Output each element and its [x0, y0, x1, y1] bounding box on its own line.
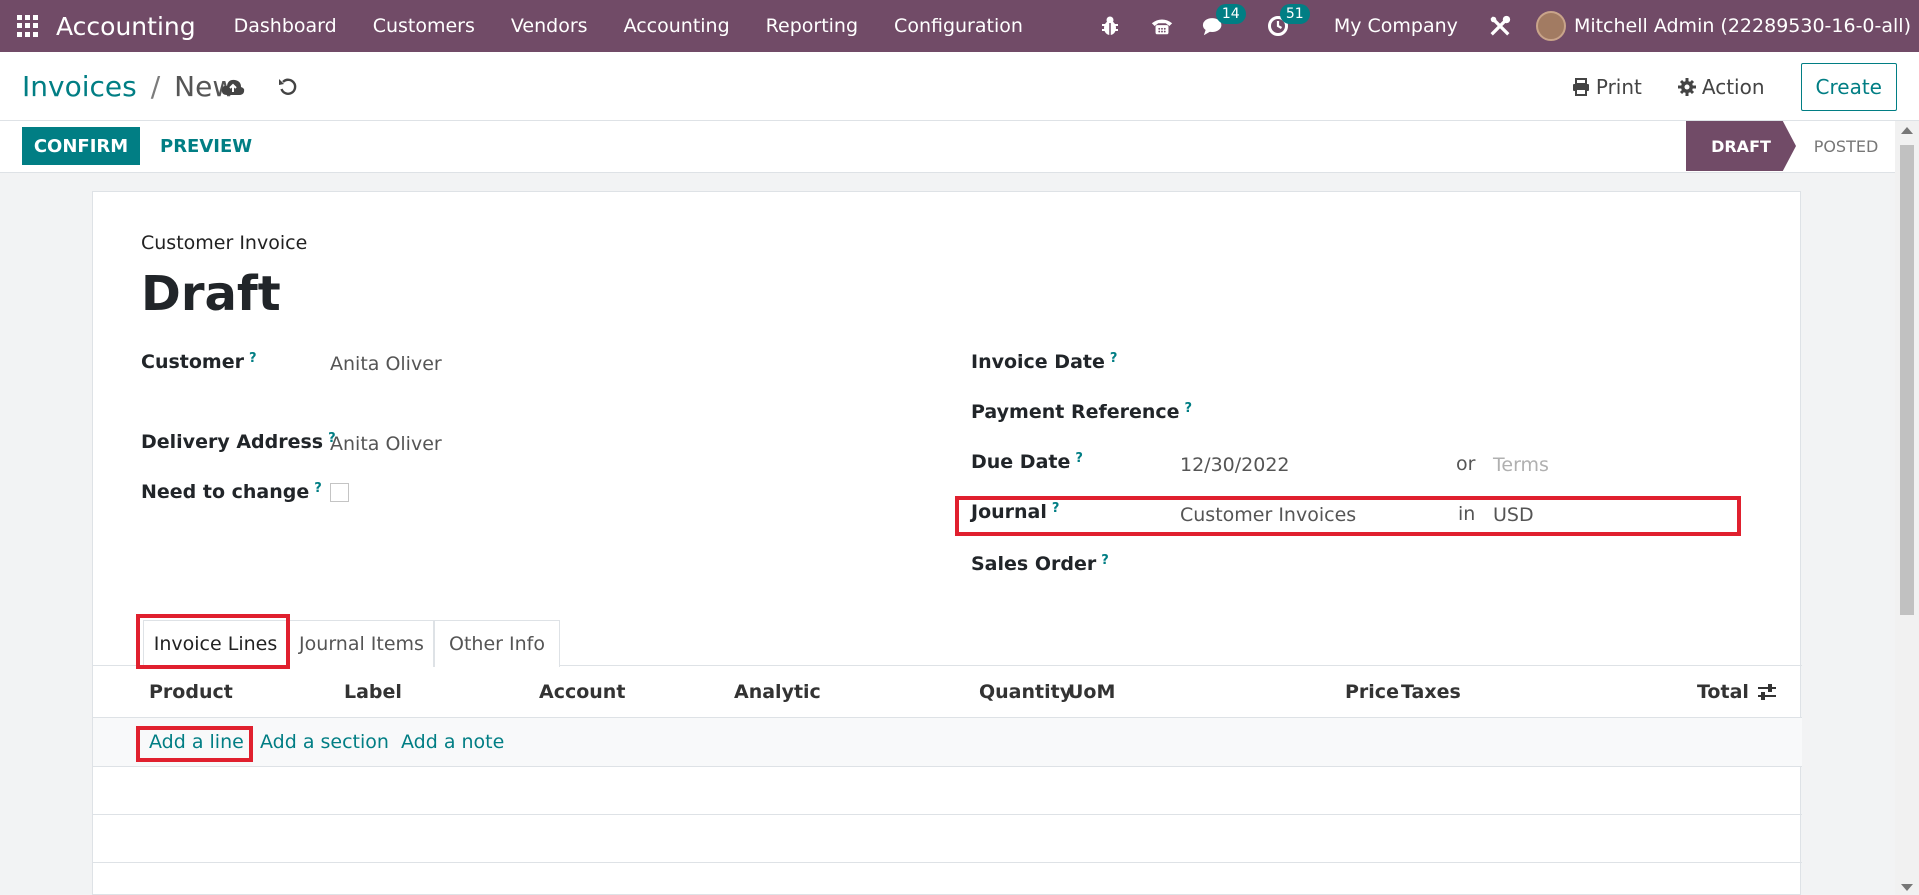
customer-field[interactable]: Anita Oliver: [330, 353, 442, 375]
invoice-date-label: Invoice Date?: [971, 351, 1118, 373]
need-change-help-icon[interactable]: ?: [314, 481, 322, 496]
due-date-field[interactable]: 12/30/2022: [1180, 454, 1290, 476]
col-total[interactable]: Total: [1697, 681, 1749, 703]
col-price[interactable]: Price: [1345, 681, 1399, 703]
move-type-label: Customer Invoice: [141, 232, 308, 254]
menu-accounting[interactable]: Accounting: [624, 15, 730, 37]
phone-icon[interactable]: [1150, 14, 1174, 38]
payment-reference-field[interactable]: [1180, 400, 1740, 428]
payment-terms-field[interactable]: Terms: [1493, 454, 1549, 476]
user-avatar[interactable]: [1535, 11, 1566, 41]
menu-reporting[interactable]: Reporting: [766, 15, 858, 37]
action-label: Action: [1701, 75, 1765, 99]
breadcrumb-invoices[interactable]: Invoices: [22, 70, 137, 103]
top-navbar: Accounting Dashboard Customers Vendors A…: [0, 0, 1919, 52]
vertical-scrollbar[interactable]: [1895, 121, 1919, 895]
col-quantity[interactable]: Quantity: [979, 681, 1072, 703]
print-label: Print: [1595, 75, 1642, 99]
empty-table-row: [93, 767, 1802, 815]
menu-customers[interactable]: Customers: [373, 15, 475, 37]
breadcrumb-separator: /: [150, 70, 161, 103]
action-button[interactable]: Action: [1677, 75, 1765, 99]
sales-order-help-icon[interactable]: ?: [1101, 553, 1109, 568]
control-panel: Invoices / New Print Action Create: [0, 52, 1919, 121]
customer-label: Customer?: [141, 351, 257, 373]
invoice-name: Draft: [141, 266, 281, 322]
add-line-highlight-box: [136, 726, 253, 762]
scroll-down-arrow-icon[interactable]: [1901, 884, 1913, 891]
invoice-lines-highlight-box: [136, 614, 290, 669]
need-to-change-label: Need to change?: [141, 481, 322, 503]
gear-icon: [1677, 78, 1696, 96]
col-account[interactable]: Account: [539, 681, 625, 703]
delivery-address-field[interactable]: Anita Oliver: [330, 433, 442, 455]
menu-configuration[interactable]: Configuration: [894, 15, 1023, 37]
due-date-help-icon[interactable]: ?: [1075, 451, 1083, 466]
col-uom[interactable]: UoM: [1068, 681, 1115, 703]
invoice-date-help-icon[interactable]: ?: [1110, 351, 1118, 366]
user-menu[interactable]: Mitchell Admin (22289530-16-0-all): [1574, 15, 1911, 37]
scroll-thumb[interactable]: [1900, 145, 1914, 615]
create-button[interactable]: Create: [1800, 63, 1897, 111]
journal-highlight-box: [955, 496, 1741, 536]
print-button[interactable]: Print: [1572, 75, 1642, 99]
messages-icon[interactable]: 14: [1202, 4, 1246, 38]
invoice-lines-header: Product Label Account Analytic Quantity …: [93, 666, 1802, 718]
notebook-tabs: Invoice Lines Journal Items Other Info: [93, 614, 1802, 667]
optional-columns-toggle-icon[interactable]: [1757, 682, 1777, 706]
add-note-link[interactable]: Add a note: [401, 731, 504, 753]
customer-help-icon[interactable]: ?: [249, 351, 257, 366]
print-icon: [1572, 78, 1589, 96]
add-line-row: Add a line Add a section Add a note: [93, 718, 1802, 767]
preview-button[interactable]: PREVIEW: [160, 127, 252, 165]
apps-menu-icon[interactable]: [17, 15, 39, 37]
add-section-link[interactable]: Add a section: [260, 731, 389, 753]
discard-undo-icon[interactable]: [275, 74, 301, 100]
invoice-date-field[interactable]: [1180, 350, 1740, 378]
breadcrumb: Invoices / New: [22, 70, 235, 103]
stage-posted[interactable]: POSTED: [1806, 121, 1886, 171]
tab-other-info[interactable]: Other Info: [434, 620, 560, 667]
scroll-up-arrow-icon[interactable]: [1901, 127, 1913, 134]
due-date-label: Due Date?: [971, 451, 1083, 473]
empty-table-row: [93, 815, 1802, 863]
confirm-button[interactable]: CONFIRM: [22, 127, 140, 165]
menu-vendors[interactable]: Vendors: [511, 15, 588, 37]
col-product[interactable]: Product: [149, 681, 233, 703]
tools-icon[interactable]: [1488, 14, 1512, 38]
col-label[interactable]: Label: [344, 681, 402, 703]
need-to-change-checkbox[interactable]: [330, 483, 349, 502]
activities-badge: 51: [1279, 4, 1310, 24]
delivery-address-label: Delivery Address?: [141, 431, 336, 453]
menu-dashboard[interactable]: Dashboard: [234, 15, 337, 37]
tab-journal-items[interactable]: Journal Items: [289, 620, 434, 667]
invoice-form-sheet: Customer Invoice Draft Customer? Anita O…: [92, 191, 1802, 895]
bug-icon[interactable]: [1098, 14, 1122, 38]
due-date-or-text: or: [1456, 453, 1476, 475]
messages-badge: 14: [1215, 4, 1246, 24]
save-cloud-icon[interactable]: [220, 74, 246, 100]
col-analytic[interactable]: Analytic: [734, 681, 821, 703]
app-name[interactable]: Accounting: [56, 12, 196, 41]
sales-order-label: Sales Order?: [971, 553, 1109, 575]
activities-clock-icon[interactable]: 51: [1266, 4, 1310, 38]
payment-reference-label: Payment Reference?: [971, 401, 1193, 423]
stage-draft[interactable]: DRAFT: [1686, 121, 1796, 171]
statusbar: CONFIRM PREVIEW DRAFT POSTED: [0, 121, 1895, 173]
col-taxes[interactable]: Taxes: [1401, 681, 1461, 703]
company-switcher[interactable]: My Company: [1334, 15, 1458, 37]
